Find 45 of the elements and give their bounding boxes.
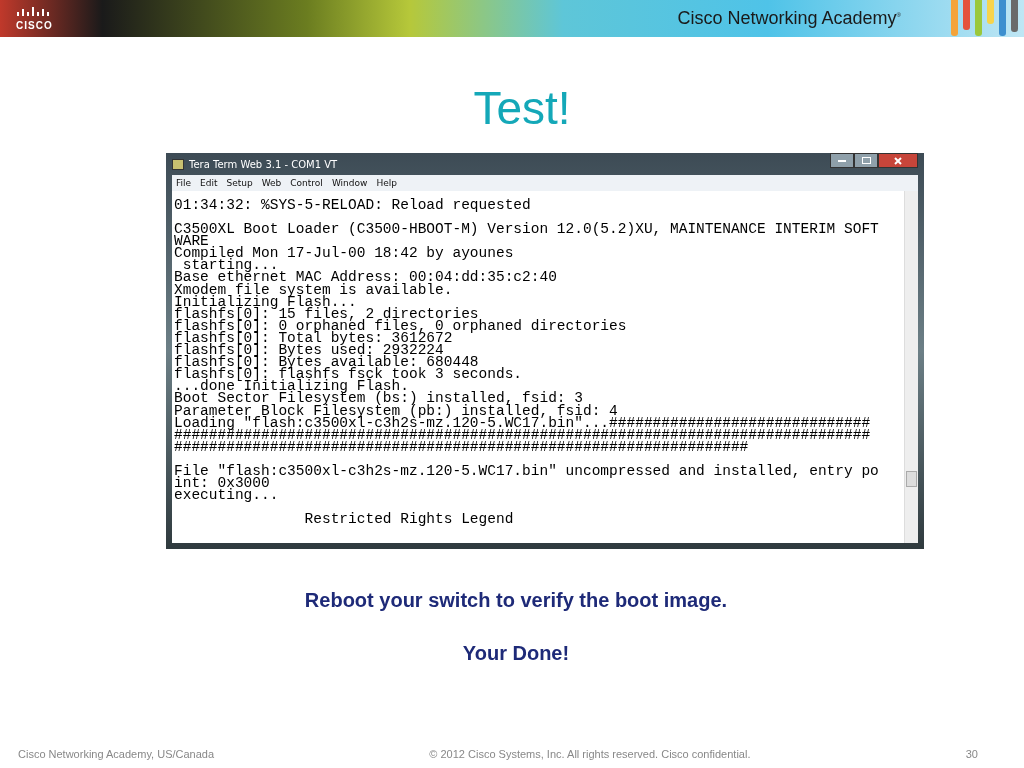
minimize-button[interactable] <box>830 153 854 168</box>
terminal-line: flashfs[0]: Total bytes: 3612672 <box>174 331 453 345</box>
terminal-line: executing... <box>174 489 280 502</box>
footer-text: Cisco Networking Academy, US/Canada <box>18 748 215 760</box>
terminal-line: ################################################################################ <box>174 428 872 441</box>
terminal-line: Restricted Rights Legend <box>303 510 515 526</box>
close-icon <box>894 156 902 165</box>
maximize-icon <box>861 157 871 164</box>
terminal-line: flashfs[0]: 0 orphaned files, 0 orphaned directories <box>174 319 628 332</box>
terminal-line: C3500XL Boot Loader (C3500-HBOOT-M) Version 12.0(5.2)XU, MAINTENANCE INTERIM SOFT <box>174 220 880 236</box>
terminal-line: File "flash:c3500xl-c3h2s-mz.120-5.WC17.bin" uncompressed and installed, entry po <box>174 461 880 477</box>
terminal-line: Xmodem file system is available. <box>174 283 454 296</box>
terminal-line: 01:34:32: %SYS-5-RELOAD: Reload requested <box>174 199 532 212</box>
menu-item[interactable]: File <box>176 178 192 188</box>
page-number: 30 <box>965 748 978 760</box>
terminal-line: WARE <box>174 235 209 248</box>
terminal-line: Compiled Mon 17-Jul-00 18:42 by ayounes <box>174 247 515 260</box>
menu-item[interactable]: Window <box>331 178 368 188</box>
menu-item[interactable]: Help <box>376 178 397 188</box>
terminal-line: int: 0x3000 <box>174 476 270 490</box>
menu-item[interactable]: Setup <box>226 178 253 188</box>
menu-item[interactable]: Control <box>290 178 323 188</box>
note-text: Your Done! <box>461 642 570 665</box>
scroll-thumb[interactable] <box>906 471 917 487</box>
logo-text: CISCO <box>16 19 53 31</box>
menu-item[interactable]: Web <box>261 178 282 188</box>
brand-text: Cisco Networking Academy$^{®}$ <box>677 8 901 29</box>
terminal-line: Boot Sector Filesystem (bs:) installed, fsid: 3 <box>174 392 583 405</box>
terminal-line: Initializing Flash... <box>174 295 358 308</box>
copyright-text: © 2012 Cisco Systems, Inc. All rights reserved. Cisco confidential. <box>429 748 751 760</box>
minimize-icon <box>838 159 846 162</box>
window-title: Tera Term Web 3.1 - COM1 VT <box>189 158 338 170</box>
terminal-line: starting... <box>182 259 279 272</box>
bridge-bars-icon <box>16 6 50 19</box>
maximize-button[interactable] <box>854 153 878 168</box>
scrollbar[interactable] <box>904 191 918 543</box>
terminal-line: Parameter Block Filesystem (pb:) installed, fsid: 4 <box>174 404 618 417</box>
slide-title: Test! <box>472 81 571 135</box>
close-button[interactable] <box>878 153 918 168</box>
app-icon <box>172 158 184 170</box>
menu-item[interactable]: Edit <box>200 178 218 188</box>
note-text: Reboot your switch to verify the boot image. <box>303 589 728 612</box>
terminal-line: Loading "flash:c3500xl-c3h2s-mz.120-5.WC17.bin"...############################## <box>174 416 872 429</box>
terminal-line: Base ethernet MAC Address: 00:04:dd:35:c2:40 <box>174 271 558 284</box>
terminal-line: ################################################################## <box>174 440 749 453</box>
